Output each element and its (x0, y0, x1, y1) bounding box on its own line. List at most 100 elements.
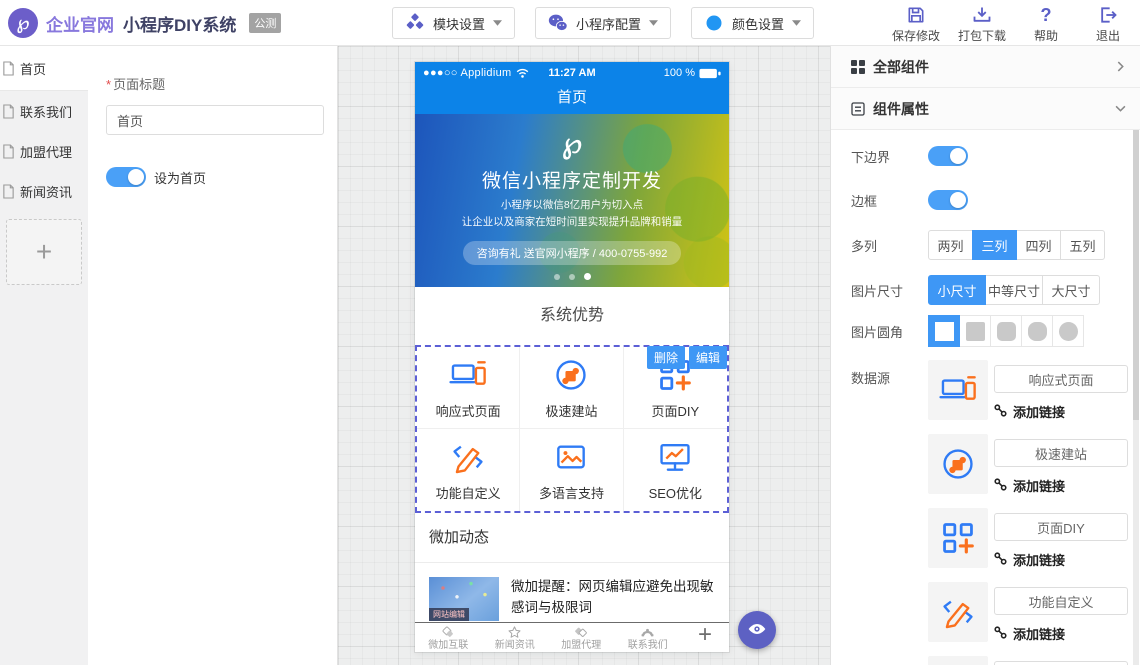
tabbar-plus-button[interactable]: + (681, 621, 729, 653)
hero-banner-component[interactable]: ℘ 微信小程序定制开发 小程序以微信8亿用户为切入点 让企业以及商家在短时间里实… (415, 114, 729, 287)
news-thumbnail: 网站编辑 (429, 577, 499, 621)
color-settings-button[interactable]: 颜色设置 (691, 7, 814, 39)
page-doc-icon (2, 61, 15, 76)
add-link-button[interactable]: 添加链接 (994, 402, 1128, 421)
phone-tabbar: 微加互联 新闻资讯 加盟代理 联系我们 + (415, 622, 729, 652)
exit-button[interactable]: 退出 (1086, 5, 1130, 44)
size-option-medium[interactable]: 中等尺寸 (985, 275, 1043, 305)
radius-option-3[interactable] (1021, 315, 1053, 347)
border-toggle[interactable] (928, 190, 968, 210)
accordion-label: 组件属性 (873, 99, 929, 119)
page-label: 加盟代理 (20, 142, 72, 161)
grid-cell-custom-func[interactable]: 功能自定义 (417, 429, 520, 511)
tab-brand[interactable]: 微加互联 (415, 624, 482, 652)
beta-badge: 公测 (249, 13, 281, 33)
advantages-component-selected[interactable]: 删除 编辑 响应式页面 极速建站 页面DIY 功能自定义 (415, 345, 729, 513)
phone-nav-title: 首页 (415, 84, 729, 114)
datasource-item: 添加链接 (928, 582, 1128, 643)
caret-down-icon (493, 20, 502, 26)
help-button[interactable]: ? 帮助 (1024, 5, 1068, 44)
battery-icon (699, 68, 721, 79)
hero-cta-pill[interactable]: 咨询有礼 送官网小程序 / 400-0755-992 (463, 241, 682, 265)
page-doc-icon (2, 184, 15, 199)
news-item-title: 微加提醒：网页编辑应避免出现敏感词与极限词 (511, 577, 715, 622)
scrollbar-thumb[interactable] (1133, 130, 1139, 420)
link-icon (994, 404, 1007, 420)
size-option-small[interactable]: 小尺寸 (928, 275, 986, 305)
datasource-title-input[interactable] (994, 365, 1128, 393)
radius-option-2[interactable] (990, 315, 1022, 347)
radius-option-4[interactable] (1052, 315, 1084, 347)
brand-diamond-icon (441, 625, 456, 640)
set-home-label: 设为首页 (154, 168, 206, 187)
add-link-button[interactable]: 添加链接 (994, 550, 1128, 569)
border-bottom-toggle[interactable] (928, 146, 968, 166)
news-item[interactable]: 网站编辑 微加提醒：网页编辑应避免出现敏感词与极限词 (415, 563, 729, 622)
svg-text:?: ? (1040, 5, 1051, 25)
set-home-toggle[interactable] (106, 167, 146, 187)
grid-cell-fast-build[interactable]: 极速建站 (520, 347, 623, 429)
page-label: 首页 (20, 59, 46, 78)
delete-button[interactable]: 删除 (647, 346, 685, 369)
datasource-title-input[interactable] (994, 661, 1128, 665)
all-components-header[interactable]: 全部组件 (831, 46, 1140, 88)
help-icon: ? (1036, 5, 1056, 25)
dot-active[interactable] (584, 273, 591, 280)
columns-option-three[interactable]: 三列 (972, 230, 1017, 260)
inspector-scrollbar[interactable] (1133, 130, 1139, 665)
caret-down-icon (649, 20, 658, 26)
datasource-title-input[interactable] (994, 513, 1128, 541)
save-button[interactable]: 保存修改 (892, 5, 940, 44)
sidebar-item-contact[interactable]: 联系我们 (0, 91, 88, 131)
dot[interactable] (554, 274, 560, 280)
sidebar-item-agency[interactable]: 加盟代理 (0, 131, 88, 171)
datasource-item: 添加链接 (928, 360, 1128, 421)
tab-contact[interactable]: 联系我们 (615, 624, 682, 652)
datasource-title-input[interactable] (994, 439, 1128, 467)
selection-badges: 删除 编辑 (647, 346, 727, 369)
columns-option-two[interactable]: 两列 (928, 230, 973, 260)
preview-eye-button[interactable] (738, 611, 776, 649)
edit-button[interactable]: 编辑 (689, 346, 727, 369)
module-settings-button[interactable]: 模块设置 (392, 7, 515, 39)
hero-logo-icon: ℘ (415, 114, 729, 160)
tab-news[interactable]: 新闻资讯 (482, 624, 549, 652)
component-props-header[interactable]: 组件属性 (831, 88, 1140, 130)
sidebar-item-home[interactable]: 首页 (0, 46, 88, 91)
required-mark: * (106, 77, 111, 92)
design-canvas: 11:27 AM ●●●○○ Applidium 100 % 首页 ℘ 微信小程… (338, 46, 830, 665)
carousel-dots[interactable] (415, 273, 729, 280)
sidebar-item-news[interactable]: 新闻资讯 (0, 171, 88, 211)
columns-segmented: 两列 三列 四列 五列 (928, 230, 1105, 260)
hero-subtitle-2: 让企业以及商家在短时间里实现提升品牌和销量 (415, 214, 729, 229)
page-title-input[interactable] (106, 105, 324, 135)
datasource-title-input[interactable] (994, 587, 1128, 615)
modules-icon (405, 13, 425, 33)
advantages-grid: 响应式页面 极速建站 页面DIY 功能自定义 多语言支持 (415, 345, 729, 513)
datasource-item: 添加链接 (928, 434, 1128, 495)
add-link-button[interactable]: 添加链接 (994, 624, 1128, 643)
download-button[interactable]: 打包下载 (958, 5, 1006, 44)
add-page-button[interactable]: + (6, 219, 82, 285)
tab-agency[interactable]: 加盟代理 (548, 624, 615, 652)
grid-cell-multi-lang[interactable]: 多语言支持 (520, 429, 623, 511)
grid-cell-responsive[interactable]: 响应式页面 (417, 347, 520, 429)
phone-icon (640, 625, 655, 640)
dot[interactable] (569, 274, 575, 280)
radius-option-0[interactable] (928, 315, 960, 347)
prop-label: 数据源 (851, 360, 928, 387)
menu-label: 模块设置 (433, 14, 485, 33)
columns-option-five[interactable]: 五列 (1060, 230, 1105, 260)
columns-option-four[interactable]: 四列 (1016, 230, 1061, 260)
radius-option-1[interactable] (959, 315, 991, 347)
miniprogram-config-button[interactable]: 小程序配置 (535, 7, 671, 39)
link-icon (994, 478, 1007, 494)
page-doc-icon (2, 144, 15, 159)
link-icon (994, 626, 1007, 642)
size-option-large[interactable]: 大尺寸 (1042, 275, 1100, 305)
components-grid-icon (851, 60, 865, 74)
add-link-button[interactable]: 添加链接 (994, 476, 1128, 495)
grid-cell-seo[interactable]: SEO优化 (624, 429, 727, 511)
action-label: 帮助 (1034, 27, 1058, 44)
props-list-icon (851, 102, 865, 116)
